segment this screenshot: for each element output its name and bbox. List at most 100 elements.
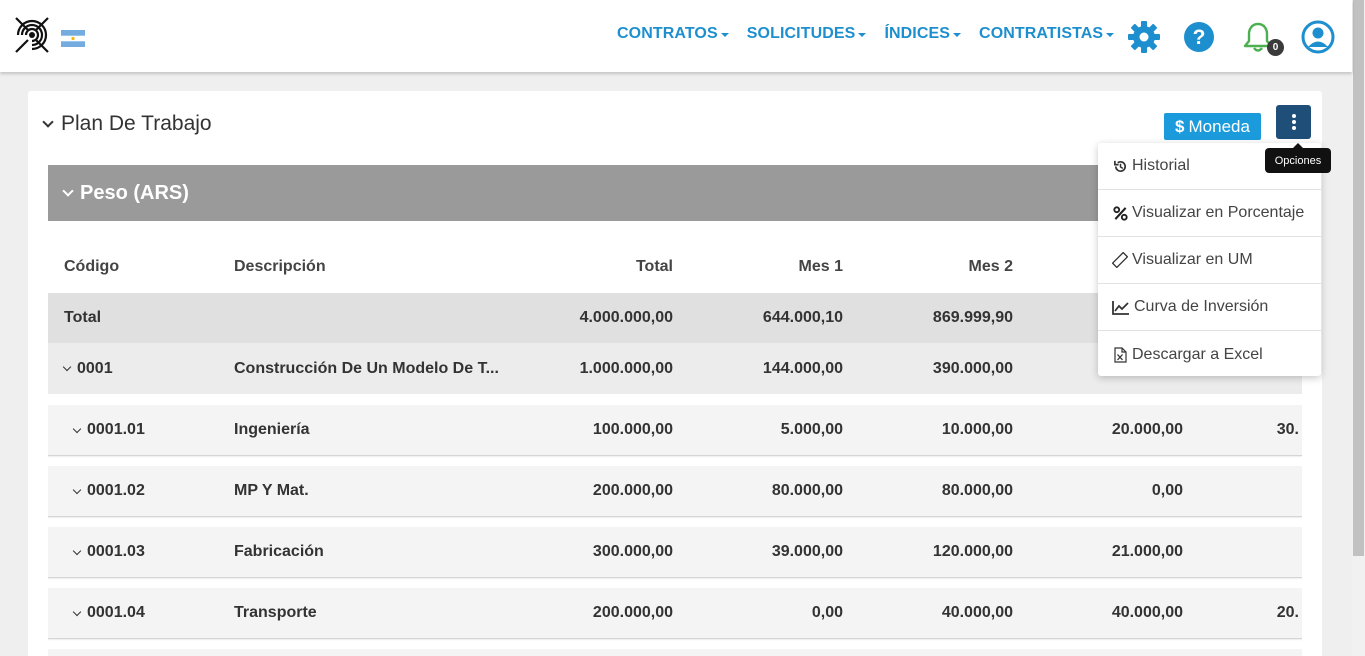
menu-item-label: Historial <box>1132 157 1190 174</box>
chevron-down-icon[interactable] <box>72 485 82 494</box>
menu-item-descargar-excel[interactable]: Descargar a Excel <box>1098 331 1321 378</box>
user-icon[interactable] <box>1301 20 1335 54</box>
caret-down-icon <box>1106 33 1115 37</box>
chevron-down-icon <box>42 116 54 128</box>
header-mes-1[interactable]: Mes 1 <box>703 258 843 276</box>
row-code-text: 0001.04 <box>87 604 145 621</box>
row-code[interactable]: 0001 <box>62 359 113 378</box>
row-description: Ingeniería <box>234 421 310 438</box>
table-row[interactable]: 0001.02 MP Y Mat. 200.000,00 80.000,00 8… <box>48 466 1302 517</box>
menu-item-visualizar-um[interactable]: Visualizar en UM <box>1098 237 1321 284</box>
chevron-down-icon[interactable] <box>72 424 82 433</box>
table-row[interactable]: 0001.03 Fabricación 300.000,00 39.000,00… <box>48 527 1302 578</box>
nav-indices[interactable]: ÍNDICES <box>884 25 962 43</box>
row-mes-2: 80.000,00 <box>941 482 1013 499</box>
chevron-down-icon[interactable] <box>62 362 72 372</box>
options-button[interactable] <box>1276 105 1311 139</box>
row-mes-1: 144.000,00 <box>762 359 843 377</box>
menu-item-label: Descargar a Excel <box>1132 345 1263 363</box>
options-tooltip: Opciones <box>1265 143 1331 173</box>
row-code[interactable]: 0001.01 <box>64 421 145 439</box>
nav-contratistas[interactable]: CONTRATISTAS <box>979 25 1115 43</box>
table-row[interactable]: 0001.04 Transporte 200.000,00 0,00 40.00… <box>48 588 1302 639</box>
row-code-text: 0001 <box>77 359 113 377</box>
options-dropdown-menu: Historial Visualizar en Porcentaje Visua… <box>1098 143 1321 376</box>
total-row-mes-2: 869.999,90 <box>932 309 1013 326</box>
page-scrollbar-thumb[interactable] <box>1353 0 1364 556</box>
row-code[interactable]: 0001.03 <box>64 543 145 561</box>
row-description: Construcción De Un Modelo De T... <box>234 359 499 377</box>
header-total[interactable]: Total <box>533 258 673 276</box>
total-row-label: Total <box>64 309 102 326</box>
chevron-down-icon[interactable] <box>72 546 82 555</box>
gear-icon[interactable] <box>1127 20 1161 54</box>
menu-item-curva-inversion[interactable]: Curva de Inversión <box>1098 284 1321 331</box>
vertical-dots-icon <box>1291 113 1296 131</box>
menu-item-visualizar-porcentaje[interactable]: Visualizar en Porcentaje <box>1098 190 1321 237</box>
row-mes-4: 30. <box>1276 421 1299 438</box>
caret-down-icon <box>953 33 962 37</box>
header-mes-2[interactable]: Mes 2 <box>873 258 1013 276</box>
main-nav-menu: CONTRATOS SOLICITUDES ÍNDICES CONTRATIST… <box>617 25 1132 43</box>
excel-file-icon <box>1112 346 1128 363</box>
row-mes-1: 5.000,00 <box>780 421 843 438</box>
table-row[interactable] <box>48 649 1302 656</box>
percent-icon <box>1112 205 1128 221</box>
chevron-down-icon[interactable] <box>72 607 82 616</box>
row-code-text: 0001.02 <box>87 482 145 499</box>
row-mes-3: 40.000,00 <box>1111 604 1183 621</box>
menu-item-label: Visualizar en UM <box>1132 251 1253 268</box>
row-mes-1: 80.000,00 <box>771 482 843 499</box>
row-description: Transporte <box>234 604 317 621</box>
row-total: 1.000.000,00 <box>579 359 673 377</box>
row-total: 200.000,00 <box>592 604 673 621</box>
row-total: 300.000,00 <box>592 543 673 560</box>
help-icon[interactable]: ? <box>1182 20 1216 54</box>
menu-item-label: Curva de Inversión <box>1134 298 1269 315</box>
row-mes-2: 40.000,00 <box>941 604 1013 621</box>
row-code[interactable]: 0001.02 <box>64 482 145 500</box>
ruler-icon <box>1112 252 1128 268</box>
row-code[interactable]: 0001.04 <box>64 604 145 622</box>
row-mes-3: 20.000,00 <box>1111 421 1183 438</box>
total-row-total: 4.000.000,00 <box>579 309 673 326</box>
card-title-text: Plan De Trabajo <box>61 112 212 135</box>
top-navbar: CONTRATOS SOLICITUDES ÍNDICES CONTRATIST… <box>0 0 1352 72</box>
notification-count-badge: 0 <box>1267 39 1284 56</box>
row-mes-2: 120.000,00 <box>932 543 1013 560</box>
caret-down-icon <box>858 33 867 37</box>
company-logo[interactable] <box>14 16 50 54</box>
total-row-mes-1: 644.000,10 <box>762 309 843 326</box>
row-mes-1: 0,00 <box>811 604 843 621</box>
header-codigo[interactable]: Código <box>64 258 119 276</box>
row-mes-3: 0,00 <box>1151 482 1183 499</box>
nav-contratistas-label: CONTRATISTAS <box>979 25 1104 42</box>
row-mes-1: 39.000,00 <box>771 543 843 560</box>
argentina-flag-icon[interactable] <box>61 30 85 47</box>
caret-down-icon <box>720 33 729 37</box>
header-descripcion[interactable]: Descripción <box>234 258 514 276</box>
moneda-button[interactable]: $ Moneda <box>1164 113 1261 140</box>
svg-text:?: ? <box>1193 26 1206 49</box>
section-title: Peso (ARS) <box>80 181 189 204</box>
table-row[interactable]: 0001.01 Ingeniería 100.000,00 5.000,00 1… <box>48 405 1302 456</box>
moneda-button-label: Moneda <box>1188 116 1250 136</box>
card-title[interactable]: Plan De Trabajo <box>42 112 212 136</box>
history-icon <box>1112 158 1128 174</box>
menu-item-label: Visualizar en Porcentaje <box>1132 204 1305 221</box>
row-code-text: 0001.03 <box>87 543 145 560</box>
row-code-text: 0001.01 <box>87 421 145 438</box>
nav-solicitudes-label: SOLICITUDES <box>746 25 856 42</box>
nav-contratos[interactable]: CONTRATOS <box>617 25 729 43</box>
row-total: 200.000,00 <box>592 482 673 499</box>
row-total: 100.000,00 <box>592 421 673 438</box>
row-description: Fabricación <box>234 543 324 560</box>
row-description: MP Y Mat. <box>234 482 309 499</box>
nav-contratos-label: CONTRATOS <box>617 25 718 42</box>
row-mes-2: 390.000,00 <box>932 359 1013 377</box>
row-mes-4: 20. <box>1276 604 1299 621</box>
row-mes-3: 21.000,00 <box>1111 543 1183 560</box>
dollar-icon: $ <box>1175 116 1185 136</box>
chevron-down-icon <box>62 185 74 197</box>
nav-solicitudes[interactable]: SOLICITUDES <box>747 25 867 43</box>
